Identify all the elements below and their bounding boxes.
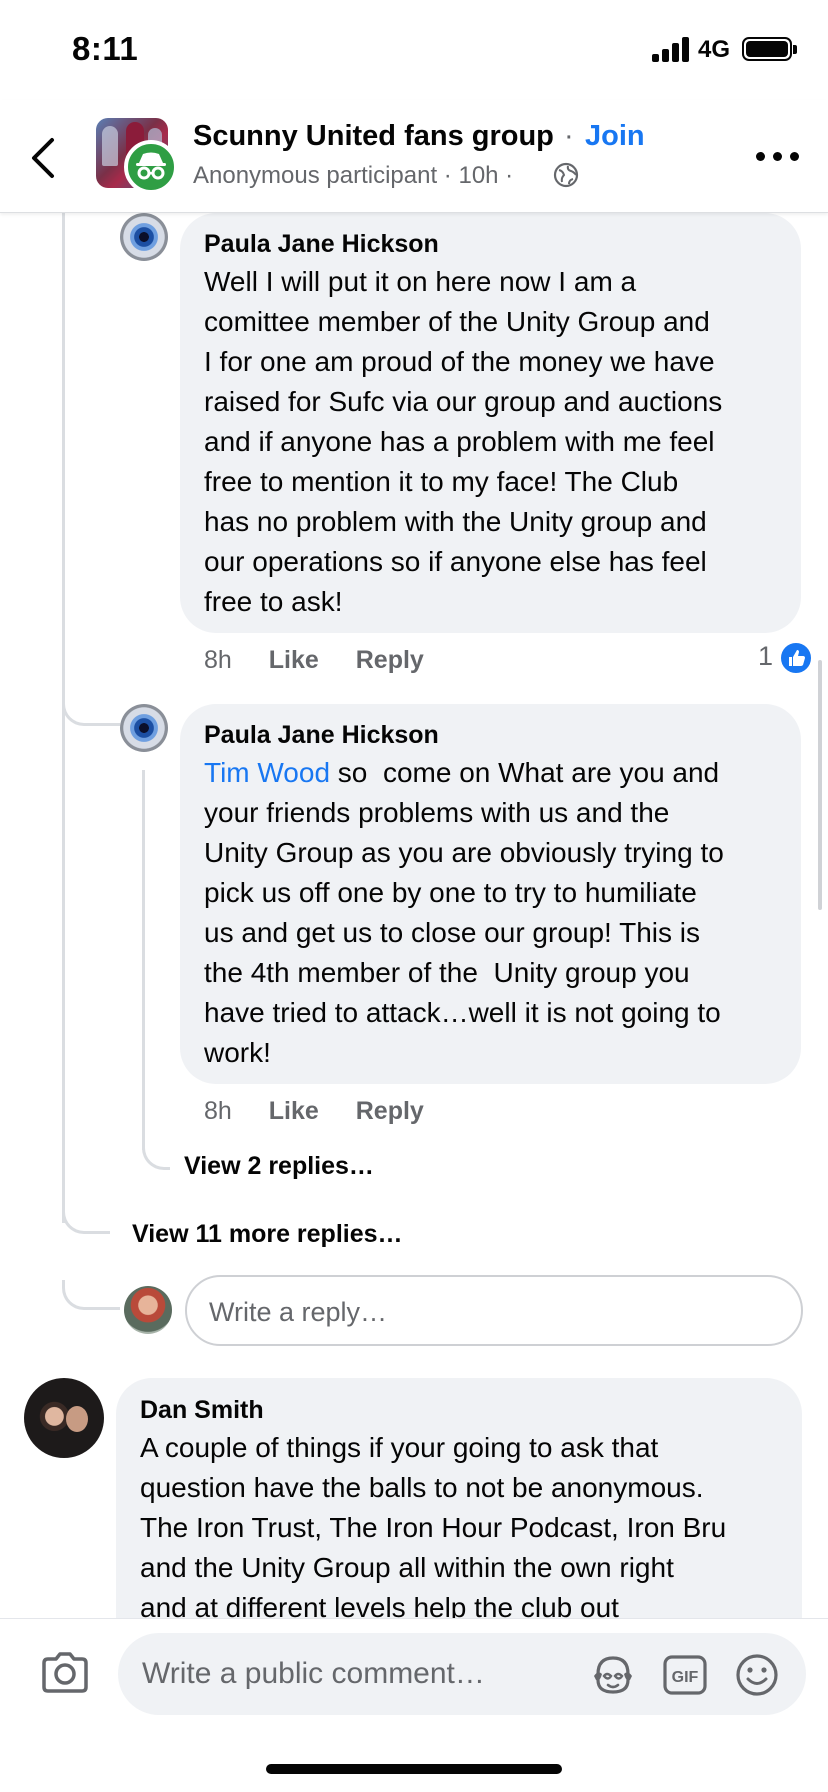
post-meta: Anonymous participant · 10h ·	[193, 162, 514, 189]
comment-first-line: Tim Wood so come on What are you and	[204, 753, 719, 793]
view-more-replies-link[interactable]: View 11 more replies…	[132, 1220, 403, 1249]
join-separator: ·	[564, 120, 574, 152]
reply-input[interactable]: Write a reply…	[185, 1275, 803, 1346]
globe-icon	[553, 162, 579, 188]
comment-composer-bar: Write a public comment… GIF	[0, 1618, 828, 1792]
commenter-avatar[interactable]	[120, 213, 168, 261]
gif-label: GIF	[672, 1669, 699, 1686]
thread-line-main	[62, 213, 65, 1223]
battery-icon	[742, 37, 792, 61]
comment-actions: 8h Like Reply	[204, 1097, 424, 1126]
group-name[interactable]: Scunny United fans group	[193, 120, 554, 153]
comment-author[interactable]: Paula Jane Hickson	[204, 721, 439, 750]
back-arrow-icon[interactable]	[26, 136, 66, 180]
post-header: Scunny United fans group · Join Anonymou…	[0, 100, 828, 213]
reply-button[interactable]: Reply	[356, 646, 424, 674]
scrollbar[interactable]	[818, 660, 822, 910]
signal-icon	[652, 36, 692, 62]
camera-icon[interactable]	[40, 1651, 90, 1695]
comment-placeholder: Write a public comment…	[142, 1657, 485, 1690]
thread-line-nested	[142, 770, 145, 1150]
comment-time: 8h	[204, 646, 232, 674]
comment-actions: 8h Like Reply	[204, 646, 424, 675]
home-indicator	[266, 1764, 562, 1774]
mention-link[interactable]: Tim Wood	[204, 757, 330, 788]
thread-curve-4	[62, 1280, 120, 1310]
comment-author[interactable]: Paula Jane Hickson	[204, 230, 439, 259]
anonymous-icon	[124, 140, 178, 194]
thread-curve-3	[62, 1200, 110, 1234]
public-comment-input[interactable]: Write a public comment… GIF	[118, 1633, 806, 1715]
thumbs-up-icon[interactable]	[779, 641, 813, 675]
join-button[interactable]: Join	[585, 120, 645, 153]
commenter-avatar[interactable]	[24, 1378, 104, 1458]
status-time: 8:11	[72, 30, 139, 67]
commenter-avatar[interactable]	[120, 704, 168, 752]
reaction-count[interactable]: 1	[758, 641, 773, 672]
thread-curve-nested	[142, 1130, 170, 1170]
reply-button[interactable]: Reply	[356, 1097, 424, 1125]
gif-icon[interactable]: GIF	[662, 1652, 708, 1698]
battery-tip	[793, 45, 797, 54]
like-button[interactable]: Like	[269, 1097, 319, 1125]
emoji-icon[interactable]	[734, 1652, 780, 1698]
comment-text-rest: so come on What are you and	[330, 757, 720, 788]
avatar-sticker-icon[interactable]	[590, 1652, 636, 1698]
more-options-icon[interactable]	[756, 150, 800, 164]
like-button[interactable]: Like	[269, 646, 319, 674]
thread-curve-2	[62, 686, 120, 726]
status-bar: 8:11 4G	[0, 0, 828, 100]
comment-time: 8h	[204, 1097, 232, 1125]
current-user-avatar	[124, 1286, 172, 1334]
view-replies-link[interactable]: View 2 replies…	[184, 1152, 374, 1181]
network-label: 4G	[698, 36, 731, 63]
comment-author[interactable]: Dan Smith	[140, 1396, 264, 1425]
